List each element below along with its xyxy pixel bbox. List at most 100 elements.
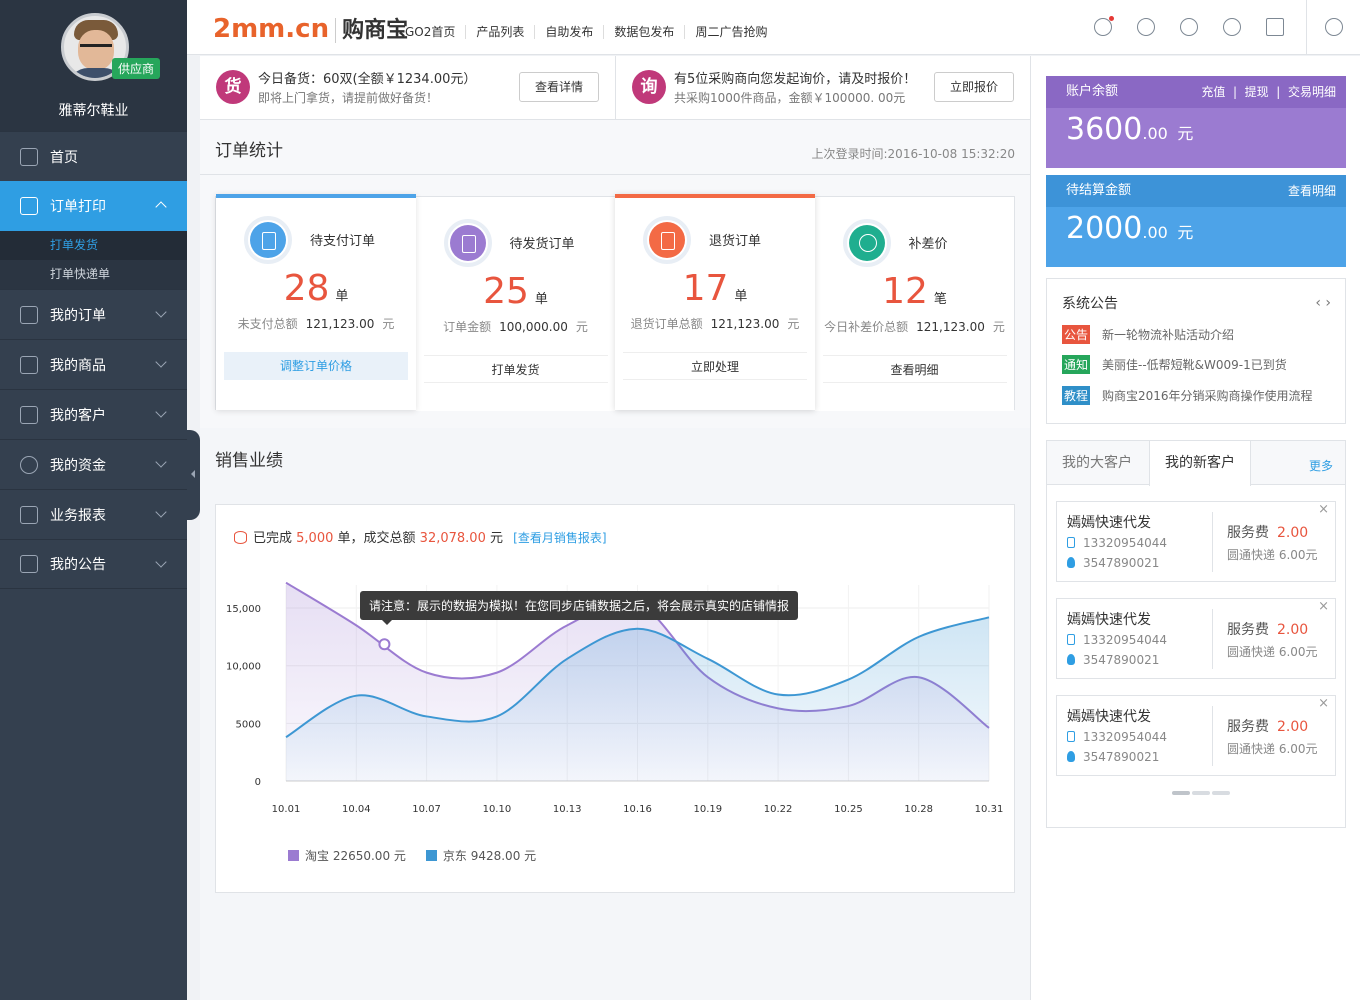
print-ship-button[interactable]: 打单发货 [423,355,608,383]
customer-tabs: 我的大客户 我的新客户 更多 [1047,441,1345,486]
stock-badge: 货 [216,70,250,104]
top-nav-self-publish[interactable]: 自助发布 [534,25,603,39]
sidebar-submenu: 打单发货 打单快递单 [0,231,187,289]
top-nav: GO2首页 产品列表 自助发布 数据包发布 周二广告抢购 [395,25,777,39]
return-bill-icon [661,232,675,250]
y-tick-label: 10,000 [226,662,261,673]
sidebar-item-label: 我的订单 [50,307,106,324]
tab-big-customers[interactable]: 我的大客户 [1047,441,1147,485]
customer-qq: 3547890021 [1067,653,1159,667]
withdraw-link[interactable]: 提现 [1245,85,1269,99]
chevron-down-icon [155,356,167,368]
gear-icon[interactable] [1167,0,1210,55]
sidebar-item-home[interactable]: 首页 [0,131,187,181]
sidebar-item-my-funds[interactable]: 我的资金 [0,439,187,489]
transactions-link[interactable]: 交易明细 [1288,85,1336,99]
top-nav-products[interactable]: 产品列表 [465,25,534,39]
sidebar-item-my-announcements[interactable]: 我的公告 [0,539,187,589]
stat-label: 待发货订单 [509,237,575,252]
sidebar-item-reports[interactable]: 业务报表 [0,489,187,539]
printer-icon [20,197,38,215]
legend-jd[interactable]: 京东 9428.00 元 [425,847,536,864]
x-tick-label: 10.22 [764,804,793,815]
stat-sum: 未支付总额 121,123.00 元 [237,317,395,331]
data-point [378,638,391,651]
last-login: 上次登录时间:2016-10-08 15:32:20 [811,147,1016,161]
close-icon[interactable]: × [1318,696,1329,711]
express-fee: 圆通快递 6.00元 [1227,548,1318,562]
adjust-price-button[interactable]: 调整订单价格 [224,352,408,380]
chart-legend: 淘宝 22650.00 元 京东 9428.00 元 [288,847,556,864]
top-icons [1081,0,1360,55]
sidebar-collapse-handle[interactable] [187,430,200,520]
phone-icon [1067,731,1075,742]
y-tick-label: 0 [255,777,261,788]
close-icon[interactable]: × [1318,599,1329,614]
order-stat-cards: 待支付订单 28 单 未支付总额 121,123.00 元 调整订单价格 待发货订单 … [215,194,1015,411]
customer-card[interactable]: 嫣嫣快速代发 13320954044 3547890021 服务费 2.00 圆通… [1056,695,1336,776]
phone-icon [1067,634,1075,645]
pager-dots[interactable] [1172,791,1232,795]
inquiry-notice: 询 有5位采购商向您发起询价，请及时报价！ 共采购1000件商品，金额￥1000… [615,56,1030,120]
notice-bar: 货 今日备货：60双(全额￥1234.00元） 即将上门拿货，请提前做好备货！ … [200,56,1030,120]
stat-card-returns: 退货订单 17 单 退货订单总额 121,123.00 元 立即处理 [615,194,815,410]
y-tick-label: 5000 [236,719,261,730]
customer-name: 嫣嫣快速代发 [1067,612,1151,628]
announcement-item[interactable]: 公告 新一轮物流补贴活动介绍 [1062,325,1234,344]
service-icon[interactable] [1210,0,1253,55]
logo[interactable]: 2mm.cn 购商宝 [213,12,409,44]
recharge-link[interactable]: 充值 [1201,85,1225,99]
chart-icon [20,505,38,524]
stat-label: 待支付订单 [310,234,376,249]
x-tick-label: 10.31 [975,804,1004,815]
more-link[interactable]: 更多 [1309,457,1333,474]
x-tick-label: 10.28 [904,804,933,815]
sales-title: 销售业绩 [215,451,283,471]
y-tick-label: 15,000 [226,604,261,615]
x-tick-label: 10.04 [342,804,371,815]
top-nav-package-publish[interactable]: 数据包发布 [603,25,684,39]
customer-card[interactable]: 嫣嫣快速代发 13320954044 3547890021 服务费 2.00 圆通… [1056,598,1336,679]
view-detail-button[interactable]: 查看明细 [822,355,1007,383]
subitem-print-express[interactable]: 打单快递单 [0,260,187,289]
sidebar-item-order-print[interactable]: 订单打印 [0,181,187,231]
view-details-button[interactable]: 查看详情 [519,72,599,102]
customer-card[interactable]: 嫣嫣快速代发 13320954044 3547890021 服务费 2.00 圆通… [1056,501,1336,582]
announcement-item[interactable]: 教程 购商宝2016年分销采购商操作使用流程 [1062,386,1313,405]
tab-new-customers[interactable]: 我的新客户 [1149,441,1251,486]
top-nav-go2-home[interactable]: GO2首页 [395,25,465,39]
power-icon[interactable] [1306,0,1360,55]
sidebar-item-my-customers[interactable]: 我的客户 [0,389,187,439]
role-badge: 供应商 [112,58,161,79]
pending-detail-link[interactable]: 查看明细 [1288,175,1336,207]
legend-taobao[interactable]: 淘宝 22650.00 元 [288,847,406,864]
x-tick-label: 10.16 [623,804,652,815]
sidebar-item-my-products[interactable]: 我的商品 [0,339,187,389]
sidebar-item-my-orders[interactable]: 我的订单 [0,289,187,339]
top-nav-tuesday-ads[interactable]: 周二广告抢购 [684,25,777,39]
list-icon [20,305,38,324]
sidebar-item-label: 我的商品 [50,357,106,374]
x-tick-label: 10.10 [483,804,512,815]
user-icon[interactable] [1124,0,1167,55]
qrcode-icon[interactable] [1253,0,1296,55]
profile-panel: 供应商 雅蒂尔鞋业 [0,0,187,131]
megaphone-icon [20,555,38,573]
sidebar: 供应商 雅蒂尔鞋业 首页 订单打印 打单发货 打单快递单 我的订单 我的商品 我… [0,0,187,1000]
x-tick-label: 10.01 [272,804,301,815]
pending-card: 待结算金额 查看明细 2000.00 元 [1046,175,1346,267]
express-fee: 圆通快递 6.00元 [1227,742,1318,756]
quote-now-button[interactable]: 立即报价 [934,72,1014,102]
subitem-print-ship[interactable]: 打单发货 [0,231,187,260]
sidebar-nav: 首页 订单打印 打单发货 打单快递单 我的订单 我的商品 我的客户 我的资金 业… [0,131,187,589]
chat-icon[interactable] [1081,0,1124,55]
handle-now-button[interactable]: 立即处理 [623,352,807,380]
tag-badge: 教程 [1062,386,1091,405]
announcement-item[interactable]: 通知 美丽佳--低帮短靴&W009-1已到货 [1062,355,1287,374]
yen-refresh-icon [858,234,877,252]
sidebar-item-label: 我的资金 [50,457,106,474]
close-icon[interactable]: × [1318,502,1329,517]
prev-next-arrows[interactable]: ‹ › [1315,295,1331,311]
balance-amount: 3600.00 元 [1066,112,1194,147]
tag-badge: 公告 [1062,325,1091,344]
